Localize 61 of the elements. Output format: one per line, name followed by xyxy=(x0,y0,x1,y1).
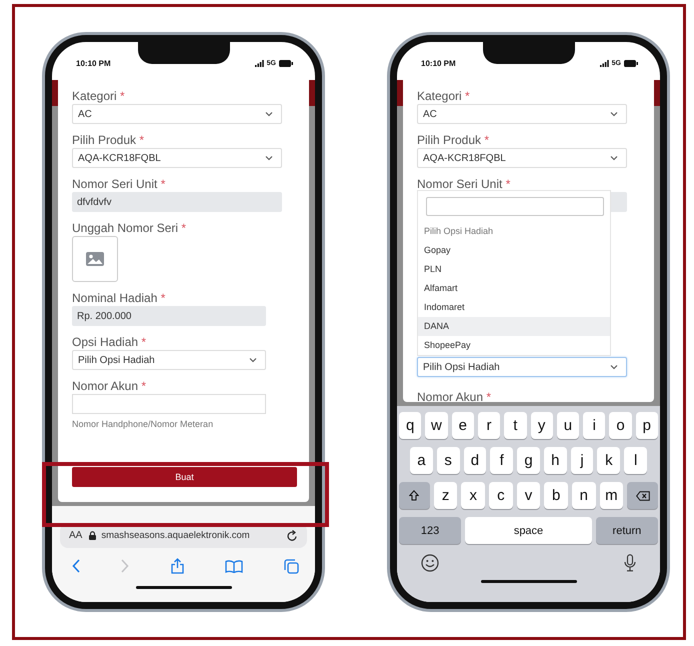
keyboard-key[interactable]: p xyxy=(636,412,658,439)
select-field[interactable]: Pilih Opsi Hadiah xyxy=(417,357,627,377)
readonly-field: dfvfdvfv xyxy=(72,192,282,212)
keyboard-key[interactable]: r xyxy=(478,412,500,439)
space-key[interactable]: space xyxy=(465,517,592,544)
readonly-field: Rp. 200.000 xyxy=(72,306,266,326)
field-label: Opsi Hadiah * xyxy=(72,334,148,350)
keyboard-key[interactable]: m xyxy=(600,482,624,509)
keyboard-key[interactable]: k xyxy=(597,447,620,474)
keyboard-key[interactable]: b xyxy=(544,482,568,509)
help-text: Nomor Handphone/Nomor Meteran xyxy=(72,419,214,429)
field-label: Pilih Produk * xyxy=(72,132,146,148)
keyboard-key[interactable]: y xyxy=(530,412,553,439)
keyboard-key[interactable]: o xyxy=(609,412,632,439)
keyboard-key[interactable]: w xyxy=(425,412,448,439)
dropdown-option[interactable]: PLN xyxy=(418,260,610,279)
keyboard-key[interactable]: v xyxy=(516,482,540,509)
keyboard-key[interactable]: x xyxy=(461,482,486,509)
select-field[interactable]: AC xyxy=(72,104,282,124)
select-field[interactable]: AQA-KCR18FQBL xyxy=(417,148,627,168)
field-label: Pilih Produk * xyxy=(417,132,490,148)
select-field[interactable]: Pilih Opsi Hadiah xyxy=(72,350,266,370)
field-label: Kategori * xyxy=(417,88,471,104)
select-field[interactable]: AC xyxy=(417,104,627,124)
keyboard-key[interactable]: z xyxy=(434,482,458,509)
field-label: Nomor Akun * xyxy=(417,389,492,405)
field-label: Unggah Nomor Seri * xyxy=(72,220,188,236)
dropdown-option[interactable]: Pilih Opsi Hadiah xyxy=(418,222,610,241)
field-label: Nomor Seri Unit * xyxy=(72,176,166,192)
status-time: 10:10 PM xyxy=(421,58,456,68)
keyboard-key[interactable]: a xyxy=(410,447,433,474)
keyboard-key[interactable]: s xyxy=(436,447,460,474)
keyboard-key[interactable]: t xyxy=(504,412,526,439)
keyboard-key[interactable]: u xyxy=(556,412,580,439)
dropdown-option[interactable]: Indomaret xyxy=(418,298,610,317)
keyboard-key[interactable]: h xyxy=(544,447,567,474)
text-size-button[interactable]: AA xyxy=(69,530,82,541)
dropdown-option[interactable]: ShopeePay xyxy=(418,336,610,355)
keyboard-key[interactable]: l xyxy=(624,447,648,474)
url-text: smashseasons.aquaelektronik.com xyxy=(101,530,251,541)
status-time: 10:10 PM xyxy=(76,58,111,68)
keyboard-key[interactable]: f xyxy=(490,447,514,474)
submit-button[interactable]: Buat xyxy=(72,467,297,487)
keyboard-key[interactable]: n xyxy=(572,482,596,509)
dropdown-option[interactable]: Alfamart xyxy=(418,279,610,298)
keyboard-key[interactable]: i xyxy=(583,412,606,439)
return-key[interactable]: return xyxy=(596,517,658,544)
field-label: Kategori * xyxy=(72,88,126,104)
select-field[interactable]: AQA-KCR18FQBL xyxy=(72,148,282,168)
dropdown-option[interactable]: DANA xyxy=(418,317,610,336)
dropdown-option[interactable]: Gopay xyxy=(418,241,610,260)
field-label: Nomor Akun * xyxy=(72,378,148,394)
field-label: Nomor Seri Unit * xyxy=(417,176,512,192)
field-label: Nominal Hadiah * xyxy=(72,290,166,306)
keyboard-key[interactable]: d xyxy=(464,447,486,474)
keyboard-key[interactable]: q xyxy=(399,412,422,439)
keyboard-key[interactable]: g xyxy=(517,447,540,474)
keyboard-key[interactable]: j xyxy=(570,447,594,474)
numbers-key[interactable]: 123 xyxy=(399,517,462,544)
keyboard-key[interactable]: c xyxy=(489,482,513,509)
keyboard-key[interactable]: e xyxy=(452,412,474,439)
